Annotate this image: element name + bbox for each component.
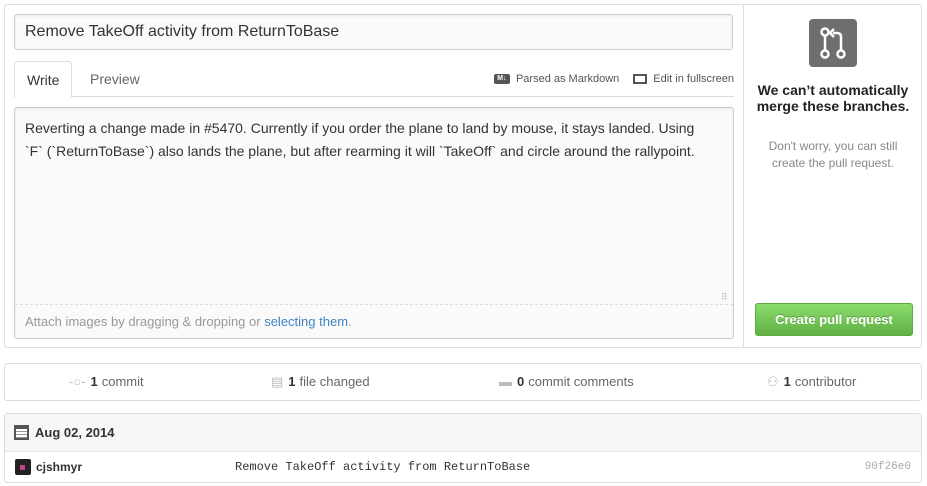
markdown-help-link[interactable]: M↓ Parsed as Markdown <box>493 73 620 85</box>
editor-tools: M↓ Parsed as Markdown Edit in fullscreen <box>480 73 734 85</box>
editor-tabs: Write Preview M↓ Parsed as Markdown Edit… <box>14 61 734 98</box>
comment-icon: ▬ <box>499 374 512 389</box>
summary-comments[interactable]: ▬ 0 commit comments <box>499 364 634 400</box>
merge-status-title: We can’t automatically merge these branc… <box>756 82 910 114</box>
commit-list: Aug 02, 2014 cjshmyr Remove TakeOff acti… <box>4 413 922 483</box>
git-pull-request-icon <box>809 19 857 67</box>
commit-sha[interactable]: 90f26e0 <box>865 452 911 482</box>
contributors-count: 1 <box>783 374 791 389</box>
commit-icon: -○- <box>69 374 86 389</box>
commit-row: cjshmyr Remove TakeOff activity from Ret… <box>5 452 921 482</box>
fullscreen-icon <box>633 74 648 84</box>
summary-files[interactable]: ▤ 1 file changed <box>271 364 370 400</box>
merge-status-panel: We can’t automatically merge these branc… <box>745 5 921 347</box>
organization-icon: ⚇ <box>767 374 779 389</box>
commit-date-group: Aug 02, 2014 <box>5 414 921 452</box>
tab-write[interactable]: Write <box>14 61 73 98</box>
attach-images-bar: Attach images by dragging & dropping or … <box>15 304 733 338</box>
pr-body-textarea[interactable]: Reverting a change made in #5470. Curren… <box>15 108 733 304</box>
markdown-label: Parsed as Markdown <box>515 73 620 85</box>
markdown-icon: M↓ <box>493 74 510 84</box>
pr-compose-area: Write Preview M↓ Parsed as Markdown Edit… <box>5 5 744 347</box>
contributors-label: contributor <box>794 374 857 389</box>
pr-title-input[interactable] <box>14 14 733 50</box>
resize-handle-icon[interactable]: ⠿ <box>721 292 731 302</box>
merge-status-description: Don't worry, you can still create the pu… <box>768 139 898 170</box>
comments-count: 0 <box>517 374 525 389</box>
commit-date: Aug 02, 2014 <box>35 425 115 440</box>
pull-request-form: Write Preview M↓ Parsed as Markdown Edit… <box>4 4 922 348</box>
commits-label: commit <box>101 374 144 389</box>
pr-body-editor[interactable]: Reverting a change made in #5470. Curren… <box>14 107 734 339</box>
commit-author[interactable]: cjshmyr <box>36 452 82 482</box>
calendar-icon <box>14 425 29 440</box>
attach-text: Attach images by dragging & dropping or <box>25 314 265 329</box>
fullscreen-label: Edit in fullscreen <box>653 73 734 85</box>
fullscreen-button[interactable]: Edit in fullscreen <box>633 73 734 85</box>
commit-message[interactable]: Remove TakeOff activity from ReturnToBas… <box>235 452 530 482</box>
select-files-link[interactable]: selecting them <box>264 314 348 329</box>
file-diff-icon: ▤ <box>271 374 284 389</box>
files-label: file changed <box>299 374 370 389</box>
comments-label: commit comments <box>528 374 634 389</box>
create-pull-request-button[interactable]: Create pull request <box>755 303 913 336</box>
tab-preview[interactable]: Preview <box>78 61 152 97</box>
commits-count: 1 <box>90 374 98 389</box>
pr-body-line: `F` (`ReturnToBase`) also lands the plan… <box>25 143 695 159</box>
files-count: 1 <box>288 374 296 389</box>
pr-body-line: Reverting a change made in #5470. Curren… <box>25 120 695 136</box>
summary-commits[interactable]: -○- 1 commit <box>69 364 144 400</box>
summary-contributors[interactable]: ⚇ 1 contributor <box>767 364 856 400</box>
attach-suffix: . <box>348 314 352 329</box>
pr-summary-bar: -○- 1 commit ▤ 1 file changed ▬ 0 commit… <box>4 363 922 401</box>
avatar[interactable] <box>15 459 31 475</box>
